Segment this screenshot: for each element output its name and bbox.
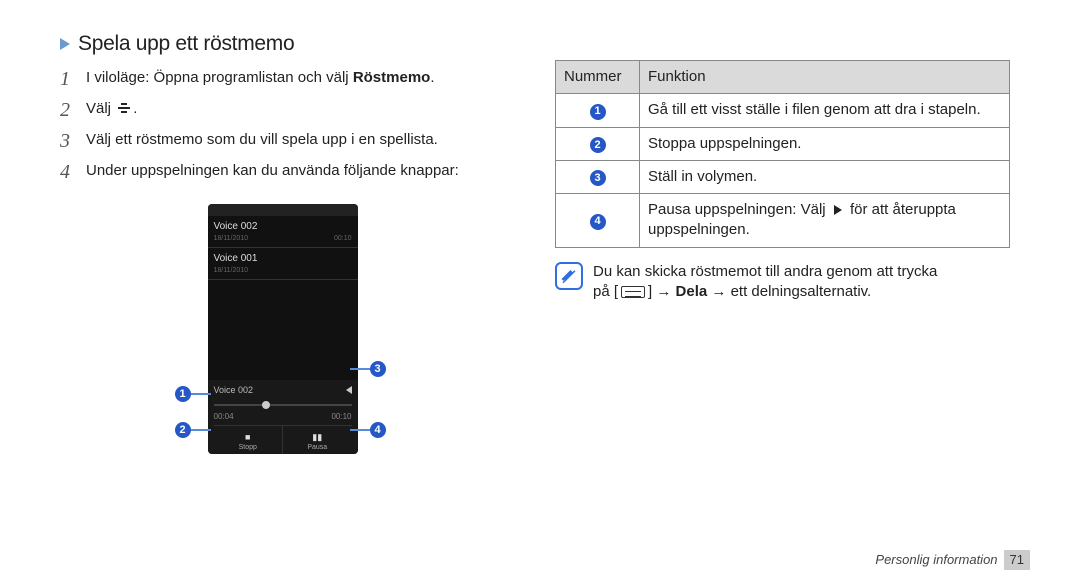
phone-cur-time: 00:04 bbox=[214, 412, 234, 423]
pause-icon: ▮▮ bbox=[312, 431, 322, 443]
phone-track2-date: 18/11/2010 bbox=[214, 266, 249, 275]
callout-badge: 4 bbox=[370, 422, 386, 438]
step-number: 2 bbox=[60, 97, 78, 124]
callout-1: 1 bbox=[175, 386, 211, 402]
step-bold: Röstmemo bbox=[353, 69, 431, 86]
page-footer: Personlig information 71 bbox=[875, 550, 1030, 570]
phone-screenshot: Voice 002 18/11/2010 00:10 Voice 001 18/… bbox=[178, 204, 383, 464]
callout-badge: 3 bbox=[370, 361, 386, 377]
table-row: 2 Stoppa uppspelningen. bbox=[556, 127, 1010, 160]
step-post: . bbox=[430, 69, 434, 86]
step-pre: I viloläge: Öppna programlistan och välj bbox=[86, 69, 353, 86]
stop-label: Stopp bbox=[239, 443, 257, 452]
phone-track-2: Voice 001 18/11/2010 bbox=[208, 248, 358, 280]
footer-label: Personlig information bbox=[875, 551, 997, 569]
page-number: 71 bbox=[1004, 550, 1030, 570]
table-header-row: Nummer Funktion bbox=[556, 61, 1010, 94]
heading-chevron-icon bbox=[60, 38, 70, 50]
phone-nowplaying: Voice 002 bbox=[214, 384, 254, 396]
callout-badge: 2 bbox=[175, 422, 191, 438]
row-badge: 4 bbox=[590, 214, 606, 230]
row-text: Pausa uppspelningen: Välj för att återup… bbox=[640, 194, 1010, 248]
callout-badge: 1 bbox=[175, 386, 191, 402]
step-text: Under uppspelningen kan du använda följa… bbox=[86, 159, 459, 186]
step-text: I viloläge: Öppna programlistan och välj… bbox=[86, 66, 435, 93]
phone-track1-title: Voice 002 bbox=[214, 220, 352, 234]
row-badge: 1 bbox=[590, 104, 606, 120]
phone-statusbar bbox=[208, 204, 358, 216]
play-icon bbox=[834, 205, 842, 215]
list-icon bbox=[115, 101, 133, 115]
callout-2: 2 bbox=[175, 422, 211, 438]
heading-text: Spela upp ett röstmemo bbox=[78, 30, 294, 58]
callout-4: 4 bbox=[350, 422, 386, 438]
phone-total-time: 00:10 bbox=[331, 412, 351, 423]
step-item: 2 Välj . bbox=[60, 97, 500, 124]
phone-stop-button[interactable]: ■ Stopp bbox=[214, 426, 283, 454]
table-row: 4 Pausa uppspelningen: Välj för att åter… bbox=[556, 194, 1010, 248]
callout-3: 3 bbox=[350, 361, 386, 377]
row-badge: 2 bbox=[590, 137, 606, 153]
col-function-header: Funktion bbox=[640, 61, 1010, 94]
phone-track2-title: Voice 001 bbox=[214, 252, 352, 266]
volume-icon[interactable] bbox=[346, 386, 352, 394]
pause-label: Pausa bbox=[307, 443, 327, 452]
step-post: . bbox=[133, 100, 137, 117]
stop-icon: ■ bbox=[245, 431, 250, 443]
tip-line1: Du kan skicka röstmemot till andra genom… bbox=[593, 263, 937, 280]
step-text: Välj ett röstmemo som du vill spela upp … bbox=[86, 128, 438, 155]
phone-seekbar[interactable] bbox=[214, 400, 352, 410]
table-row: 3 Ställ in volymen. bbox=[556, 160, 1010, 193]
note-icon bbox=[555, 262, 583, 290]
row-text: Stoppa uppspelningen. bbox=[640, 127, 1010, 160]
step-text: Välj . bbox=[86, 97, 137, 124]
phone-pause-button[interactable]: ▮▮ Pausa bbox=[282, 426, 352, 454]
row4-pre: Pausa uppspelningen: Välj bbox=[648, 201, 826, 218]
phone-body: Voice 002 18/11/2010 00:10 Voice 001 18/… bbox=[208, 204, 358, 454]
menu-key-icon bbox=[621, 286, 645, 298]
row-text: Ställ in volymen. bbox=[640, 160, 1010, 193]
phone-track-1: Voice 002 18/11/2010 00:10 bbox=[208, 216, 358, 248]
tip-text: Du kan skicka röstmemot till andra genom… bbox=[593, 262, 1015, 303]
phone-track1-date: 18/11/2010 bbox=[214, 234, 249, 243]
section-heading: Spela upp ett röstmemo bbox=[60, 30, 500, 58]
step-item: 1 I viloläge: Öppna programlistan och vä… bbox=[60, 66, 500, 93]
steps-list: 1 I viloläge: Öppna programlistan och vä… bbox=[60, 66, 500, 186]
tip-line2-post: → ett delningsalternativ. bbox=[707, 283, 871, 300]
tip-line2-mid: ] → bbox=[648, 283, 676, 300]
tip-box: Du kan skicka röstmemot till andra genom… bbox=[555, 262, 1015, 303]
step-item: 4 Under uppspelningen kan du använda föl… bbox=[60, 159, 500, 186]
table-row: 1 Gå till ett visst ställe i filen genom… bbox=[556, 94, 1010, 127]
row-text: Gå till ett visst ställe i filen genom a… bbox=[640, 94, 1010, 127]
step-pre: Välj bbox=[86, 100, 115, 117]
step-item: 3 Välj ett röstmemo som du vill spela up… bbox=[60, 128, 500, 155]
col-number-header: Nummer bbox=[556, 61, 640, 94]
step-number: 4 bbox=[60, 159, 78, 186]
step-number: 3 bbox=[60, 128, 78, 155]
tip-line2-bold: Dela bbox=[676, 283, 708, 300]
phone-track1-len: 00:10 bbox=[334, 234, 352, 243]
function-table: Nummer Funktion 1 Gå till ett visst stäl… bbox=[555, 60, 1010, 248]
tip-line2-pre: på [ bbox=[593, 283, 618, 300]
row-badge: 3 bbox=[590, 170, 606, 186]
step-number: 1 bbox=[60, 66, 78, 93]
